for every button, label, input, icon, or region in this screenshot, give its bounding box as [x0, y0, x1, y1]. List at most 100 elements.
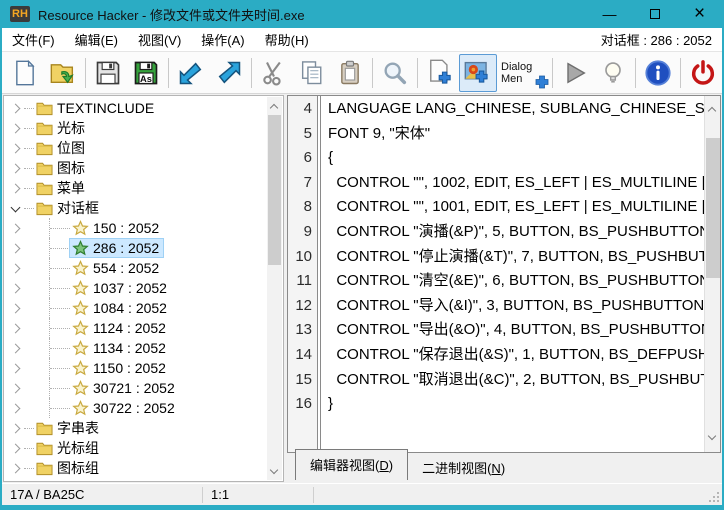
- editor-scrollbar[interactable]: [704, 96, 720, 452]
- run-button[interactable]: [556, 54, 594, 92]
- expand-chevron-icon[interactable]: [6, 224, 24, 232]
- expand-chevron-icon[interactable]: [6, 324, 24, 332]
- menu-bar: 文件(F) 编辑(E) 视图(V) 操作(A) 帮助(H) 对话框 : 286 …: [2, 28, 722, 52]
- scroll-up-icon[interactable]: [709, 105, 717, 113]
- tree-item[interactable]: 1150 : 2052: [6, 358, 266, 378]
- toolbar-separator: [635, 58, 636, 88]
- expand-chevron-icon[interactable]: [6, 206, 24, 211]
- tree-item[interactable]: 对话框: [6, 198, 266, 218]
- toolbar-separator: [552, 58, 553, 88]
- tree-item[interactable]: 菜单: [6, 178, 266, 198]
- menu-action[interactable]: 操作(A): [191, 28, 254, 51]
- save-as-button[interactable]: As: [127, 54, 165, 92]
- expand-chevron-icon[interactable]: [6, 444, 24, 452]
- export-button[interactable]: [210, 54, 248, 92]
- scrollbar-thumb[interactable]: [706, 138, 720, 278]
- expand-chevron-icon[interactable]: [6, 264, 24, 272]
- tab-binary-view[interactable]: 二进制视图(N): [408, 454, 519, 483]
- toolbar-separator: [168, 58, 169, 88]
- tree-item[interactable]: 554 : 2052: [6, 258, 266, 278]
- line-number: 16: [288, 392, 317, 417]
- tree-item[interactable]: 286 : 2052: [6, 238, 266, 258]
- tree-item[interactable]: 图标组: [6, 458, 266, 478]
- tree-item[interactable]: 30721 : 2052: [6, 378, 266, 398]
- cut-button[interactable]: [255, 54, 293, 92]
- new-file-button[interactable]: [6, 54, 44, 92]
- plus-icon: [535, 75, 549, 89]
- tree-item[interactable]: 字串表: [6, 418, 266, 438]
- menu-view[interactable]: 视图(V): [128, 28, 191, 51]
- toolbar-separator: [251, 58, 252, 88]
- expand-chevron-icon[interactable]: [6, 104, 24, 112]
- folder-icon: [36, 460, 53, 476]
- expand-chevron-icon[interactable]: [6, 424, 24, 432]
- tree-item[interactable]: 光标: [6, 118, 266, 138]
- tree-item[interactable]: 1037 : 2052: [6, 278, 266, 298]
- title-bar: RH Resource Hacker - 修改文件或文件夹时间.exe — ×: [2, 0, 722, 28]
- expand-chevron-icon[interactable]: [6, 384, 24, 392]
- paste-button[interactable]: [331, 54, 369, 92]
- expand-chevron-icon[interactable]: [6, 344, 24, 352]
- tree-item[interactable]: 1134 : 2052: [6, 338, 266, 358]
- tree-item[interactable]: 30722 : 2052: [6, 398, 266, 418]
- expand-chevron-icon[interactable]: [6, 364, 24, 372]
- scroll-down-icon[interactable]: [709, 433, 717, 441]
- menu-file[interactable]: 文件(F): [2, 28, 65, 51]
- tree-item[interactable]: 位图: [6, 138, 266, 158]
- tree-scrollbar[interactable]: [267, 97, 282, 480]
- scrollbar-thumb[interactable]: [268, 115, 281, 265]
- tab-editor-view[interactable]: 编辑器视图(D): [295, 449, 408, 480]
- tree-item[interactable]: 1124 : 2052: [6, 318, 266, 338]
- tree-item[interactable]: 光标组: [6, 438, 266, 458]
- import-button[interactable]: [172, 54, 210, 92]
- expand-chevron-icon[interactable]: [6, 284, 24, 292]
- expand-chevron-icon[interactable]: [6, 404, 24, 412]
- code-line: {: [328, 146, 720, 171]
- about-button[interactable]: [639, 54, 677, 92]
- tree-item-label: 1084 : 2052: [93, 300, 167, 316]
- expand-chevron-icon[interactable]: [6, 164, 24, 172]
- line-number: 11: [288, 269, 317, 294]
- code-area[interactable]: LANGUAGE LANG_CHINESE, SUBLANG_CHINESE_S…: [321, 96, 720, 452]
- add-resource-button[interactable]: [421, 54, 459, 92]
- expand-chevron-icon[interactable]: [6, 184, 24, 192]
- save-button[interactable]: [89, 54, 127, 92]
- script-editor[interactable]: 45678910111213141516 LANGUAGE LANG_CHINE…: [287, 95, 721, 453]
- tree-connector: [50, 348, 70, 349]
- tree-item[interactable]: 图标: [6, 158, 266, 178]
- tree-item-label: 1037 : 2052: [93, 280, 167, 296]
- copy-button[interactable]: [293, 54, 331, 92]
- main-area: TEXTINCLUDE: [2, 94, 722, 483]
- open-file-button[interactable]: [44, 54, 82, 92]
- tree-connector: [24, 448, 34, 449]
- import-arrow-icon: [177, 59, 205, 87]
- menu-edit[interactable]: 编辑(E): [65, 28, 128, 51]
- expand-chevron-icon[interactable]: [6, 144, 24, 152]
- star-icon: [72, 380, 89, 396]
- folder-icon: [36, 120, 53, 136]
- hint-button[interactable]: [594, 54, 632, 92]
- close-button[interactable]: ×: [677, 0, 722, 28]
- star-icon: [72, 300, 89, 316]
- find-button[interactable]: [376, 54, 414, 92]
- scroll-up-icon[interactable]: [271, 102, 279, 110]
- maximize-button[interactable]: [632, 0, 677, 28]
- add-dialog-menu-button[interactable]: Dialog Men: [497, 54, 549, 92]
- exit-button[interactable]: [684, 54, 722, 92]
- tree-item[interactable]: 150 : 2052: [6, 218, 266, 238]
- star-icon: [72, 240, 89, 256]
- expand-chevron-icon[interactable]: [6, 244, 24, 252]
- expand-chevron-icon[interactable]: [6, 304, 24, 312]
- expand-chevron-icon[interactable]: [6, 124, 24, 132]
- add-image-button[interactable]: [459, 54, 497, 92]
- tree-item[interactable]: 1084 : 2052: [6, 298, 266, 318]
- minimize-button[interactable]: —: [587, 0, 632, 28]
- tree-item[interactable]: TEXTINCLUDE: [6, 98, 266, 118]
- tree-item-label: TEXTINCLUDE: [57, 100, 154, 116]
- code-line: CONTROL "导出(&O)", 4, BUTTON, BS_PUSHBUTT…: [328, 318, 720, 343]
- resize-grip[interactable]: [708, 491, 720, 503]
- line-number: 9: [288, 220, 317, 245]
- menu-help[interactable]: 帮助(H): [255, 28, 319, 51]
- expand-chevron-icon[interactable]: [6, 464, 24, 472]
- scroll-down-icon[interactable]: [271, 467, 279, 475]
